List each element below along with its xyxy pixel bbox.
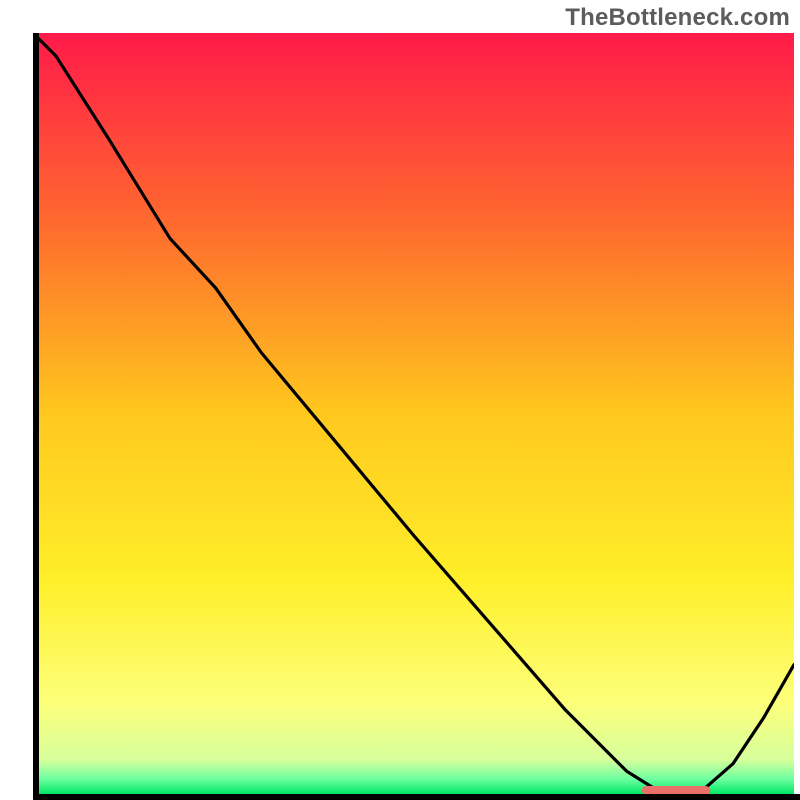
chart-svg	[33, 33, 794, 794]
watermark-text: TheBottleneck.com	[565, 4, 790, 32]
axis-bottom	[33, 794, 800, 800]
chart-frame: TheBottleneck.com	[0, 0, 800, 800]
gradient-rect	[33, 33, 794, 794]
plot-area	[33, 33, 794, 794]
axis-left	[33, 33, 39, 800]
optimal-marker	[642, 786, 710, 794]
